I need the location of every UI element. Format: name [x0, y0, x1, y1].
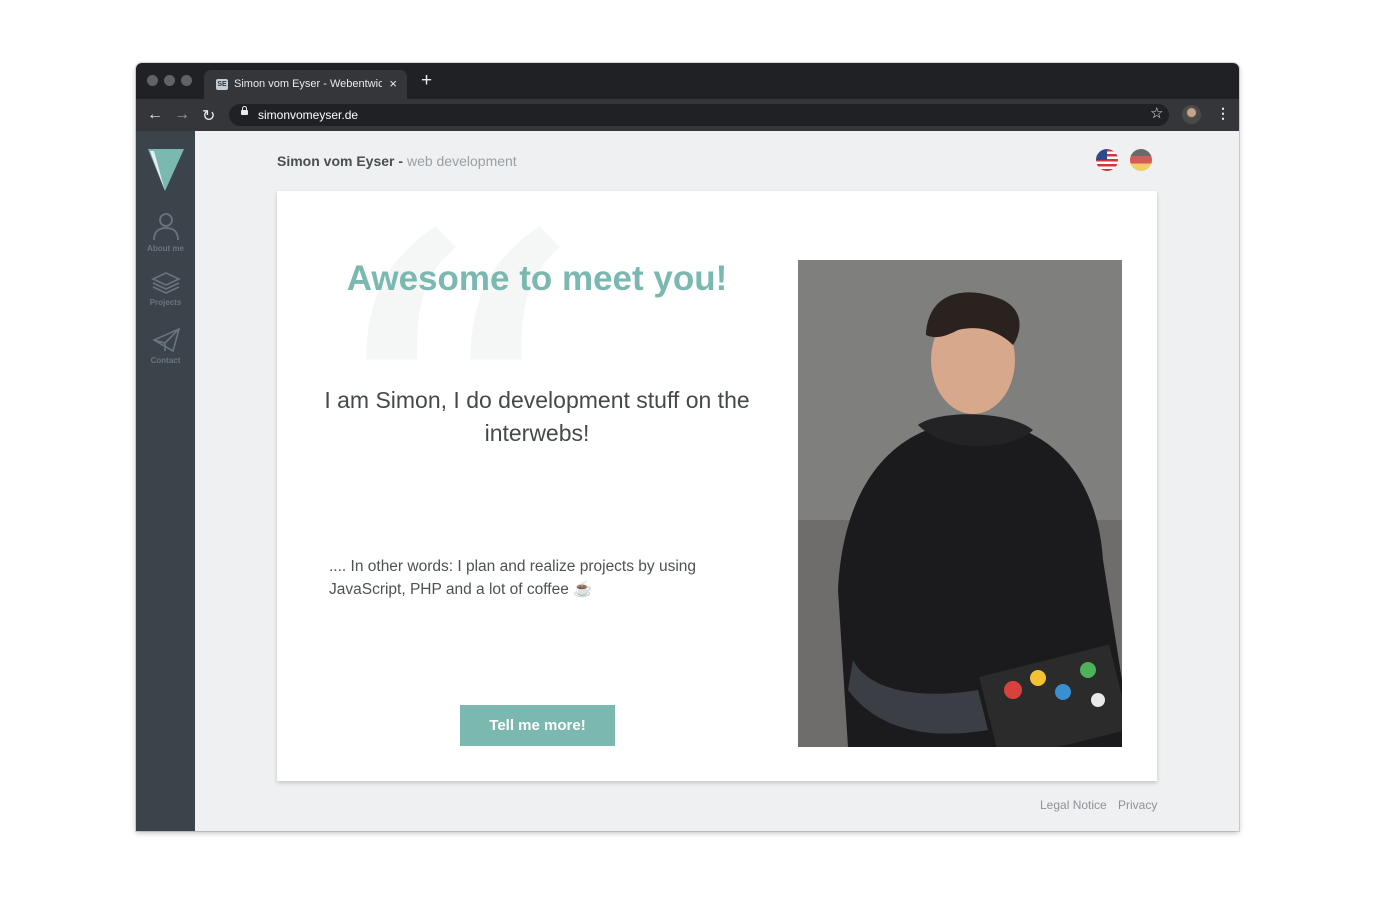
- person-icon: [152, 213, 179, 241]
- more-icon[interactable]: ⋮: [1216, 105, 1230, 122]
- hero-headline: Awesome to meet you!: [346, 259, 728, 298]
- url-text: simonvomeyser.de: [258, 108, 359, 122]
- hero-card: “ Awesome to meet you! I am Simon, I do …: [277, 171, 1157, 781]
- sidebar-item-projects[interactable]: Projects: [136, 271, 195, 307]
- maximize-window-dot[interactable]: [181, 75, 192, 86]
- privacy-link[interactable]: Privacy: [1118, 798, 1157, 812]
- close-window-dot[interactable]: [147, 75, 158, 86]
- star-icon[interactable]: ☆: [1150, 104, 1163, 122]
- lock-icon: [241, 106, 248, 115]
- new-tab-button[interactable]: +: [421, 70, 432, 92]
- tell-me-more-button[interactable]: Tell me more!: [460, 705, 615, 746]
- sidebar-item-label: Projects: [149, 298, 182, 307]
- flag-de-icon[interactable]: [1130, 149, 1152, 171]
- paper-plane-icon: [151, 327, 180, 353]
- tab-title: Simon vom Eyser - Webentwickl: [234, 78, 382, 90]
- sidebar-item-about[interactable]: About me: [136, 211, 195, 253]
- active-tab[interactable]: SE Simon vom Eyser - Webentwickl ×: [204, 70, 407, 99]
- favicon-icon: SE: [216, 79, 228, 90]
- hero-description: .... In other words: I plan and realize …: [329, 558, 697, 598]
- minimize-window-dot[interactable]: [164, 75, 175, 86]
- layers-icon: [150, 272, 181, 294]
- sidebar-item-label: Contact: [150, 356, 181, 365]
- hero-tagline: I am Simon, I do development stuff on th…: [324, 387, 750, 446]
- forward-icon[interactable]: →: [174, 106, 190, 124]
- back-icon[interactable]: ←: [147, 106, 163, 124]
- flag-us-icon[interactable]: [1096, 149, 1118, 171]
- address-bar: ← → ↻ simonvomeyser.de ☆ ⋮: [136, 99, 1239, 131]
- tab-strip: SE Simon vom Eyser - Webentwickl × +: [136, 63, 1239, 99]
- profile-avatar[interactable]: [1182, 105, 1201, 124]
- url-field[interactable]: simonvomeyser.de: [229, 104, 1169, 126]
- v-triangle-logo[interactable]: [148, 147, 184, 191]
- sidebar-item-label: About me: [147, 244, 184, 253]
- sidebar-item-contact[interactable]: Contact: [136, 327, 195, 365]
- portrait-photo: [798, 260, 1122, 747]
- reload-icon[interactable]: ↻: [202, 106, 215, 126]
- sidebar: About me Projects Contact: [136, 131, 195, 831]
- tab-close-icon[interactable]: ×: [389, 76, 397, 91]
- legal-notice-link[interactable]: Legal Notice: [1040, 798, 1107, 812]
